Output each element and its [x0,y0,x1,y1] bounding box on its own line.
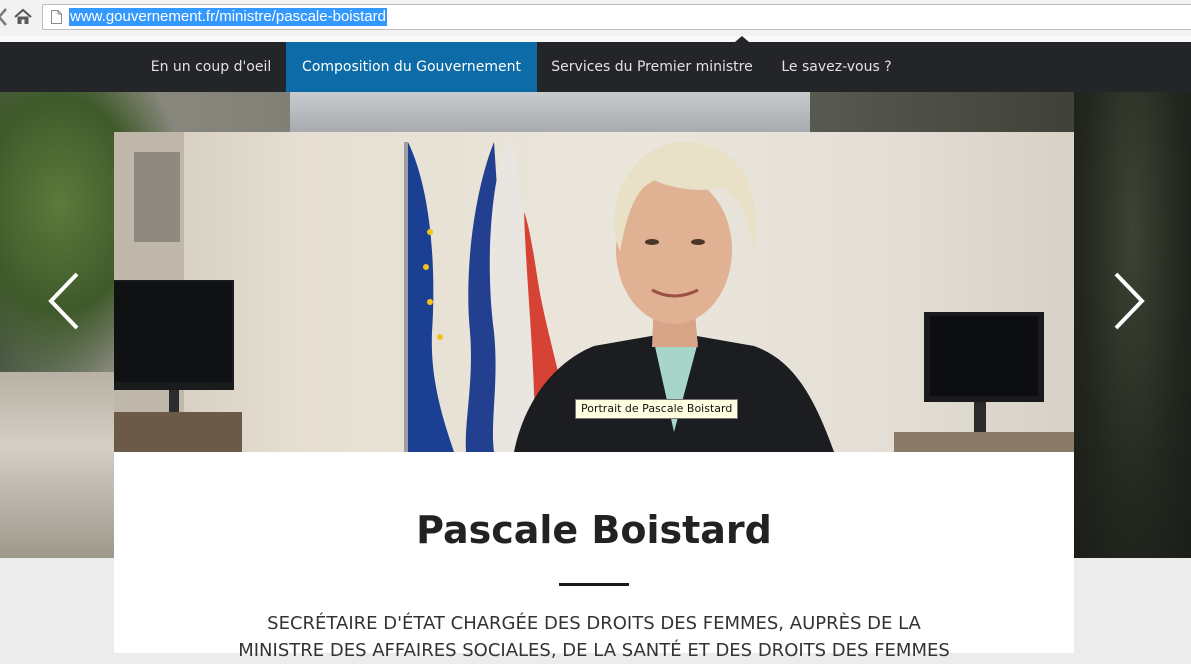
address-bar[interactable]: www.gouvernement.fr/ministre/pascale-boi… [42,4,1191,30]
nav-item-services-du-premier-ministre[interactable]: Services du Premier ministre [537,42,767,92]
minister-role: SECRÉTAIRE D'ÉTAT CHARGÉE DES DROITS DES… [114,610,1074,664]
nav-item-en-un-coup-doeil[interactable]: En un coup d'oeil [137,42,285,92]
minister-role-line-1: SECRÉTAIRE D'ÉTAT CHARGÉE DES DROITS DES… [267,613,921,634]
minister-card: Pascale Boistard SECRÉTAIRE D'ÉTAT CHARG… [114,452,1074,661]
back-arrow-icon[interactable] [0,6,10,28]
nav-item-le-savez-vous[interactable]: Le savez-vous ? [768,42,905,92]
page-icon [51,10,62,24]
building-facade [0,372,114,558]
url-text[interactable]: www.gouvernement.fr/ministre/pascale-boi… [69,8,387,26]
portrait-tooltip: Portrait de Pascale Boistard [575,399,739,419]
nav-item-composition-du-gouvernement[interactable]: Composition du Gouvernement [286,42,537,92]
title-divider [559,583,629,586]
browser-toolbar: www.gouvernement.fr/ministre/pascale-boi… [0,0,1191,37]
page-title: Pascale Boistard [416,508,772,552]
minister-role-line-2: MINISTRE DES AFFAIRES SOCIALES, DE LA SA… [238,640,950,661]
chevron-right-icon[interactable] [1108,272,1148,332]
chevron-left-icon[interactable] [45,272,85,332]
home-icon[interactable] [13,8,33,26]
building-roof [290,92,810,132]
site-navigation: En un coup d'oeil Composition du Gouvern… [0,42,1191,92]
